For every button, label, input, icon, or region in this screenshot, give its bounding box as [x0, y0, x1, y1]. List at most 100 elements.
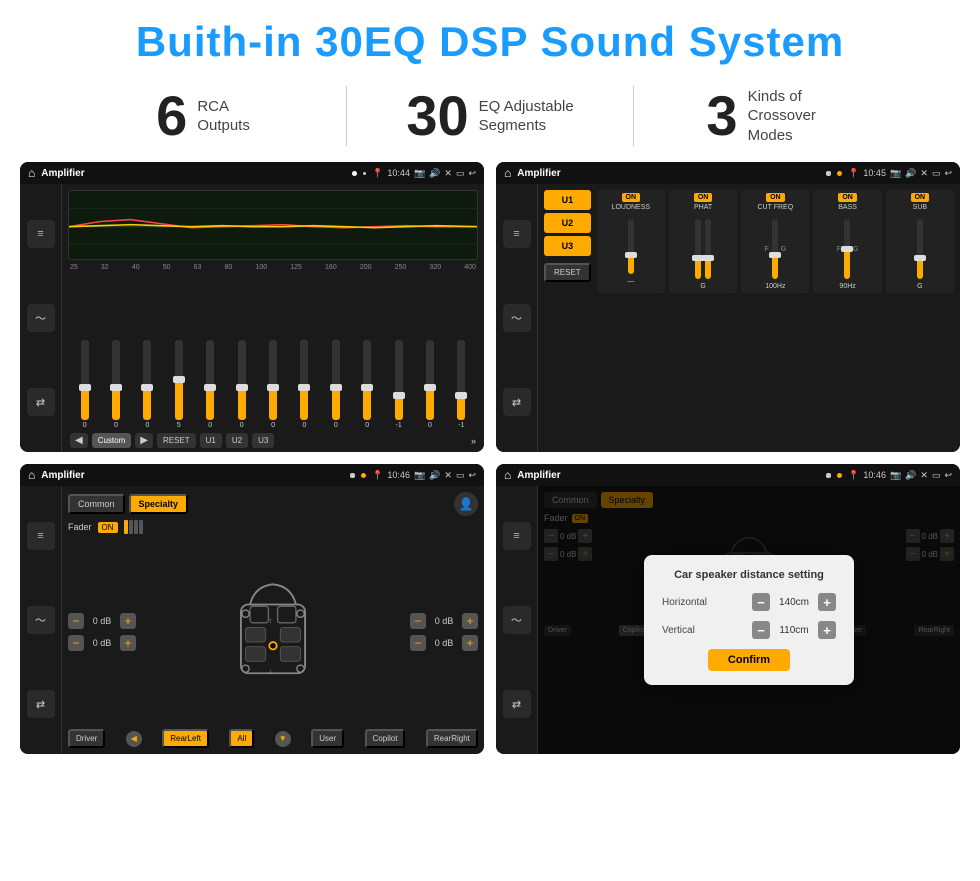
ch-cutfreq-label: CUT FREQ [758, 204, 794, 211]
vol-rl-plus[interactable]: + [120, 635, 136, 651]
eq-more-icon[interactable]: » [471, 436, 476, 446]
btn-all[interactable]: All [229, 729, 254, 748]
tab-common[interactable]: Common [68, 494, 125, 514]
back-icon[interactable]: ↩ [468, 168, 476, 179]
speaker-layout: − 0 dB + − 0 dB + [68, 538, 478, 725]
spk-side-btn-1[interactable]: ≡ [27, 522, 55, 550]
vol-rr-minus[interactable]: − [410, 635, 426, 651]
spk-status-icons: 📍 10:46 📷 🔊 ✕ ▭ ↩ [372, 470, 476, 481]
ch-bass-slider[interactable] [844, 219, 850, 279]
battery-icon: ▭ [932, 168, 941, 179]
fader-on-badge[interactable]: ON [98, 522, 118, 533]
status-square [826, 473, 831, 478]
back-icon[interactable]: ↩ [944, 470, 952, 481]
vol-rl-value: 0 dB [87, 638, 117, 648]
ch-phat-label: PHAT [694, 204, 712, 211]
eq-slider-8: 0 [321, 340, 350, 429]
speaker-screen: ⌂ Amplifier 📍 10:46 📷 🔊 ✕ ▭ ↩ ≡ 〜 ⇄ [20, 464, 484, 754]
ch-loudness-slider[interactable] [628, 219, 634, 274]
dialog-vertical-row: Vertical − 110cm + [662, 621, 836, 639]
eq-side-btn-2[interactable]: 〜 [27, 304, 55, 332]
eq-screen: ⌂ Amplifier 📍 10:44 📷 🔊 ✕ ▭ ↩ ≡ 〜 ⇄ [20, 162, 484, 452]
btn-rearright[interactable]: RearRight [426, 729, 478, 748]
tab-specialty[interactable]: Specialty [129, 494, 189, 514]
location-icon: 📍 [372, 470, 383, 481]
vol-rr-plus[interactable]: + [462, 635, 478, 651]
back-icon[interactable]: ↩ [468, 470, 476, 481]
btn-rearleft[interactable]: RearLeft [162, 729, 209, 748]
spk-down-arrow[interactable]: ▼ [275, 731, 291, 747]
eq-u1-btn[interactable]: U1 [200, 433, 222, 448]
dist-side-btn-2[interactable]: 〜 [503, 606, 531, 634]
spk-app-title: Amplifier [41, 470, 344, 481]
spk-side-btn-3[interactable]: ⇄ [27, 690, 55, 718]
eq-u2-btn[interactable]: U2 [226, 433, 248, 448]
eq-slider-5: 0 [227, 340, 256, 429]
preset-u3[interactable]: U3 [544, 236, 591, 256]
eq-prev-btn[interactable]: ◀ [70, 433, 88, 448]
xover-side-btn-1[interactable]: ≡ [503, 220, 531, 248]
btn-user[interactable]: User [311, 729, 344, 748]
spk-home-icon[interactable]: ⌂ [28, 468, 35, 482]
ch-phat-on[interactable]: ON [694, 193, 713, 202]
xover-reset-btn[interactable]: RESET [544, 263, 591, 282]
preset-u2[interactable]: U2 [544, 213, 591, 233]
xover-side-btn-2[interactable]: 〜 [503, 304, 531, 332]
horizontal-plus[interactable]: + [818, 593, 836, 611]
xover-side-btn-3[interactable]: ⇄ [503, 388, 531, 416]
eq-preset-custom[interactable]: Custom [92, 433, 132, 448]
spk-left-arrow[interactable]: ◀ [126, 731, 142, 747]
spk-main: Common Specialty 👤 Fader ON [62, 486, 484, 754]
dialog-horizontal-row: Horizontal − 140cm + [662, 593, 836, 611]
dist-side-controls: ≡ 〜 ⇄ [496, 486, 538, 754]
dialog-title: Car speaker distance setting [662, 569, 836, 581]
eq-u3-btn[interactable]: U3 [252, 433, 274, 448]
eq-next-btn[interactable]: ▶ [135, 433, 153, 448]
vol-rl-minus[interactable]: − [68, 635, 84, 651]
camera-icon: 📷 [890, 168, 901, 179]
confirm-button[interactable]: Confirm [708, 649, 790, 671]
vertical-plus[interactable]: + [818, 621, 836, 639]
btn-driver[interactable]: Driver [68, 729, 105, 748]
ch-cutfreq-on[interactable]: ON [766, 193, 785, 202]
horizontal-minus[interactable]: − [752, 593, 770, 611]
vol-fl-plus[interactable]: + [120, 613, 136, 629]
ch-phat-slider-1[interactable] [695, 219, 701, 279]
eq-reset-btn[interactable]: RESET [157, 433, 196, 448]
btn-copilot[interactable]: Copilot [365, 729, 406, 748]
ch-phat-slider-2[interactable] [705, 219, 711, 279]
ch-sub-slider[interactable] [917, 219, 923, 279]
vertical-minus[interactable]: − [752, 621, 770, 639]
preset-u1[interactable]: U1 [544, 190, 591, 210]
ch-sub-on[interactable]: ON [911, 193, 930, 202]
dist-body: ≡ 〜 ⇄ Common Specialty Fader ON [496, 486, 960, 754]
home-icon[interactable]: ⌂ [28, 166, 35, 180]
eq-side-btn-1[interactable]: ≡ [27, 220, 55, 248]
eq-slider-0: 0 [70, 340, 99, 429]
vol-fl-minus[interactable]: − [68, 613, 84, 629]
dist-home-icon[interactable]: ⌂ [504, 468, 511, 482]
stat-rca: 6 RCA Outputs [60, 88, 346, 144]
vol-front-right: − 0 dB + [410, 613, 478, 629]
eq-slider-10: -1 [384, 340, 413, 429]
stat-text-eq: EQ Adjustable Segments [479, 97, 574, 136]
ch-bass-on[interactable]: ON [838, 193, 857, 202]
spk-side-btn-2[interactable]: 〜 [27, 606, 55, 634]
dist-side-btn-3[interactable]: ⇄ [503, 690, 531, 718]
x-icon: ✕ [920, 168, 928, 179]
ch-cutfreq-slider[interactable] [772, 219, 778, 279]
vertical-ctrl: − 110cm + [752, 621, 836, 639]
xover-home-icon[interactable]: ⌂ [504, 166, 511, 180]
stat-text-crossover: Kinds of Crossover Modes [748, 87, 848, 146]
ch-loudness-on[interactable]: ON [622, 193, 641, 202]
profile-icon[interactable]: 👤 [454, 492, 478, 516]
vol-fr-minus[interactable]: − [410, 613, 426, 629]
dist-side-btn-1[interactable]: ≡ [503, 522, 531, 550]
xover-time: 10:45 [863, 168, 886, 178]
ch-phat: ON PHAT G [669, 190, 737, 293]
back-icon[interactable]: ↩ [944, 168, 952, 179]
car-diagram: ↑ ↓ [144, 567, 402, 697]
eq-app-title: Amplifier [41, 168, 346, 179]
eq-side-btn-3[interactable]: ⇄ [27, 388, 55, 416]
vol-fr-plus[interactable]: + [462, 613, 478, 629]
